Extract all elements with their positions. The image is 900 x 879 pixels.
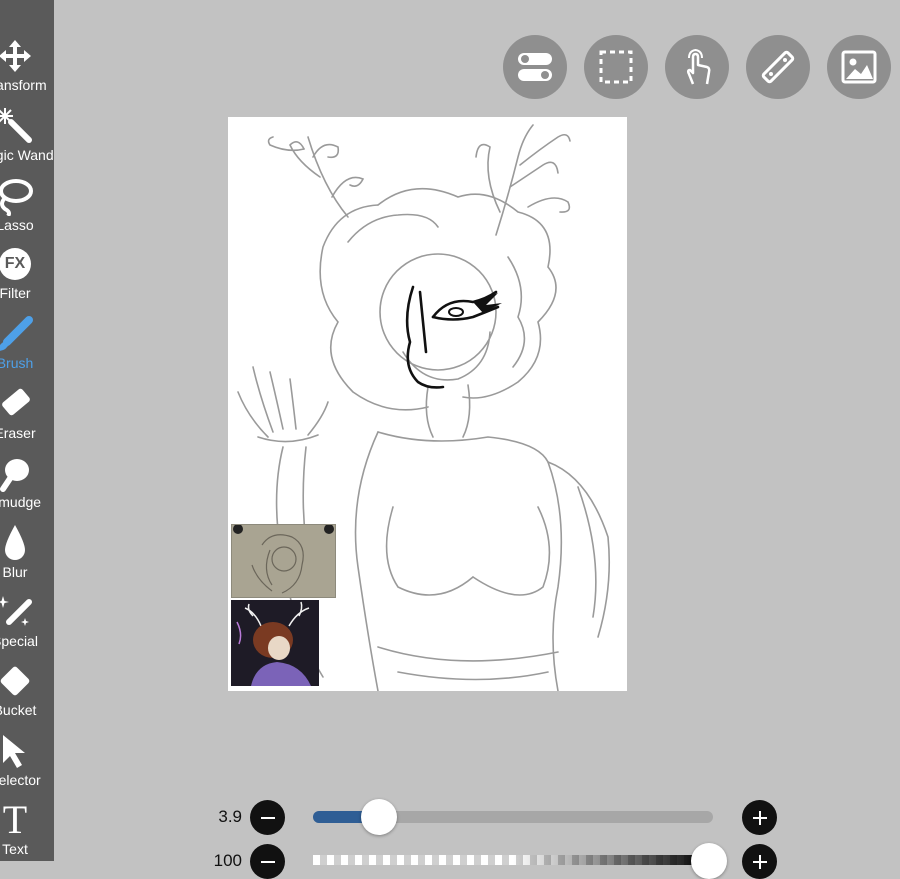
bucket-diamond-icon xyxy=(0,659,54,703)
toggle-panels-button[interactable] xyxy=(503,35,567,99)
brush-size-increase-button[interactable] xyxy=(742,800,777,835)
brush-size-slider-handle[interactable] xyxy=(361,799,397,835)
tool-label: Selector xyxy=(0,772,41,788)
minus-icon xyxy=(260,860,275,863)
tool-bucket[interactable]: Bucket xyxy=(0,659,54,729)
selection-button[interactable] xyxy=(584,35,648,99)
ruler-button[interactable] xyxy=(746,35,810,99)
smudge-finger-icon xyxy=(0,451,54,495)
tool-lasso[interactable]: Lasso xyxy=(0,174,54,244)
tool-eraser[interactable]: Eraser xyxy=(0,382,54,452)
lasso-icon xyxy=(0,174,54,218)
image-icon xyxy=(841,50,877,84)
opacity-slider-handle[interactable] xyxy=(691,843,727,879)
reference-sketch-thumbnail xyxy=(233,525,334,594)
tool-label: Text xyxy=(2,841,28,857)
touch-button[interactable] xyxy=(665,35,729,99)
tool-filter[interactable]: FX Filter xyxy=(0,242,54,312)
dashed-selection-icon xyxy=(599,50,633,84)
tool-label: Magic Wand xyxy=(0,147,54,163)
tool-label: Filter xyxy=(0,285,31,301)
minus-icon xyxy=(260,816,275,819)
tool-label: Blur xyxy=(2,564,28,580)
text-t-icon: T xyxy=(0,798,54,842)
move-arrows-icon xyxy=(0,34,54,78)
tool-label: Smudge xyxy=(0,494,42,510)
ruler-icon xyxy=(761,50,795,84)
sparkle-brush-icon xyxy=(0,590,54,634)
eraser-icon xyxy=(0,382,54,426)
drop-icon xyxy=(0,521,54,565)
reference-image-sketch[interactable] xyxy=(231,524,336,598)
brush-icon xyxy=(0,312,54,356)
tool-label: Brush xyxy=(0,355,34,371)
opacity-decrease-button[interactable] xyxy=(250,844,285,879)
reference-character-thumbnail xyxy=(236,601,311,686)
opacity-increase-button[interactable] xyxy=(742,844,777,879)
tool-brush[interactable]: Brush xyxy=(0,312,54,382)
brush-size-value: 3.9 xyxy=(218,807,242,826)
gallery-button[interactable] xyxy=(827,35,891,99)
opacity-slider-track[interactable] xyxy=(313,855,713,865)
fx-glyph: FX xyxy=(0,248,31,280)
brush-size-decrease-button[interactable] xyxy=(250,800,285,835)
tool-label: Special xyxy=(0,633,38,649)
tool-sidebar: Transform Magic Wand Lasso FX Filter Bru… xyxy=(0,0,54,861)
tool-text[interactable]: T Text xyxy=(0,798,54,861)
reference-image-character[interactable] xyxy=(231,600,319,686)
tool-selector[interactable]: Selector xyxy=(0,729,54,799)
opacity-slider-fill xyxy=(513,855,713,865)
tool-transform[interactable]: Transform xyxy=(0,34,54,104)
fx-icon: FX xyxy=(0,242,54,286)
brush-size-slider-fill xyxy=(313,811,365,823)
cursor-arrow-icon xyxy=(0,729,54,773)
tool-blur[interactable]: Blur xyxy=(0,521,54,591)
tool-label: Bucket xyxy=(0,702,37,718)
tool-smudge[interactable]: Smudge xyxy=(0,451,54,521)
tool-label: Lasso xyxy=(0,217,34,233)
text-glyph: T xyxy=(2,797,28,842)
opacity-value: 100 xyxy=(213,851,242,870)
tool-special[interactable]: Special xyxy=(0,590,54,660)
tool-label: Eraser xyxy=(0,425,36,441)
hand-touch-icon xyxy=(686,48,711,85)
magic-wand-icon xyxy=(0,104,54,148)
tool-label: Transform xyxy=(0,77,47,93)
plus-icon xyxy=(752,810,767,825)
plus-icon xyxy=(752,854,767,869)
tool-magic-wand[interactable]: Magic Wand xyxy=(0,104,54,174)
toggle-switches-icon xyxy=(518,53,552,81)
